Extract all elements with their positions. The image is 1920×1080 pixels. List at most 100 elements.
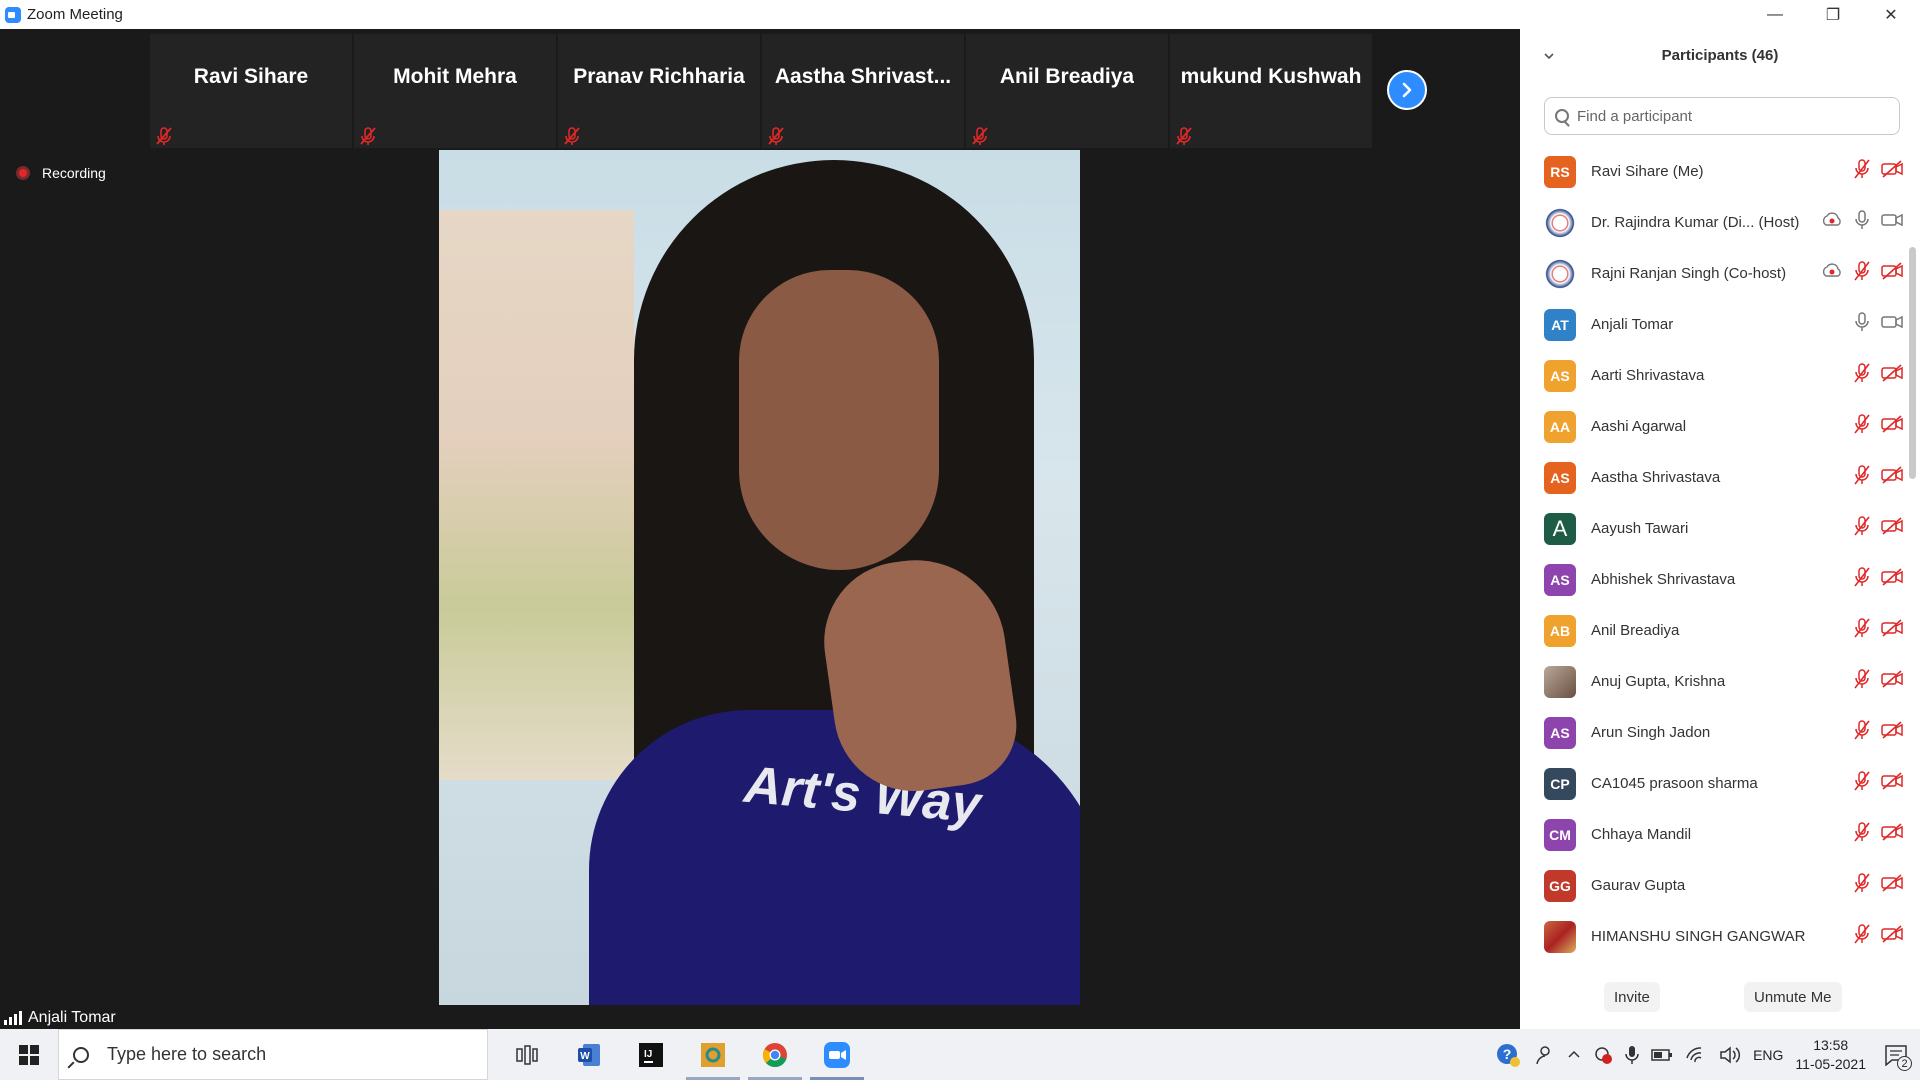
mic-muted-icon bbox=[1850, 718, 1874, 747]
participant-search[interactable] bbox=[1544, 97, 1900, 135]
taskbar-word[interactable]: W bbox=[558, 1029, 620, 1080]
clock-date: 11-05-2021 bbox=[1795, 1055, 1866, 1072]
participant-name: Abhishek Shrivastava bbox=[1591, 571, 1736, 588]
participants-scrollbar[interactable] bbox=[1909, 247, 1916, 479]
participant-name: Anuj Gupta, Krishna bbox=[1591, 673, 1726, 690]
video-off-icon bbox=[1880, 514, 1904, 543]
avatar: AA bbox=[1544, 410, 1576, 443]
mic-muted-icon bbox=[1850, 514, 1874, 543]
task-view-button[interactable] bbox=[496, 1029, 558, 1080]
action-center-button[interactable]: 2 bbox=[1872, 1029, 1920, 1080]
participant-row[interactable]: AA Aashi Agarwal bbox=[1544, 401, 1914, 452]
participant-thumbnail[interactable]: Anil Breadiya bbox=[966, 34, 1168, 148]
mic-muted-icon bbox=[1850, 259, 1874, 288]
participant-row[interactable]: Anuj Gupta, Krishna bbox=[1544, 656, 1914, 707]
taskbar-intellij[interactable]: IJ bbox=[620, 1029, 682, 1080]
mic-muted-icon bbox=[1850, 871, 1874, 900]
participant-row[interactable]: Dr. Rajindra Kumar (Di... (Host) bbox=[1544, 197, 1914, 248]
start-button[interactable] bbox=[0, 1029, 58, 1080]
people-icon bbox=[1536, 1045, 1550, 1064]
participant-status-icons bbox=[1820, 248, 1904, 299]
mic-muted-icon bbox=[156, 127, 172, 145]
active-speaker-name: Anjali Tomar bbox=[28, 1009, 116, 1026]
taskbar-app-orange[interactable] bbox=[682, 1029, 744, 1080]
svg-text:IJ: IJ bbox=[644, 1049, 652, 1060]
participant-thumbnail[interactable]: Aastha Shrivast... bbox=[762, 34, 964, 148]
help-tray-icon[interactable]: ? bbox=[1489, 1029, 1527, 1080]
invite-button[interactable]: Invite bbox=[1604, 982, 1660, 1012]
mic-muted-icon bbox=[1176, 127, 1192, 145]
mic-muted-icon bbox=[1850, 412, 1874, 441]
taskbar-chrome[interactable] bbox=[744, 1029, 806, 1080]
participant-name: Gaurav Gupta bbox=[1591, 877, 1686, 894]
next-page-button[interactable] bbox=[1387, 70, 1427, 110]
participant-name: Aastha Shrivastava bbox=[1591, 469, 1721, 486]
participant-thumbnail[interactable]: Mohit Mehra bbox=[354, 34, 556, 148]
active-speaker-label: Anjali Tomar bbox=[0, 1005, 124, 1031]
participant-row[interactable]: CM Chhaya Mandil bbox=[1544, 809, 1914, 860]
recording-indicator[interactable]: Recording bbox=[16, 165, 106, 181]
close-button[interactable]: ✕ bbox=[1862, 0, 1920, 29]
battery-tray-icon[interactable] bbox=[1645, 1029, 1679, 1080]
video-camera-icon bbox=[1880, 310, 1904, 339]
participant-search-input[interactable] bbox=[1577, 107, 1877, 125]
participant-thumbnail[interactable]: mukund Kushwah bbox=[1170, 34, 1372, 148]
participant-row[interactable]: AB Anil Breadiya bbox=[1544, 605, 1914, 656]
participant-status-icons bbox=[1850, 860, 1904, 911]
taskbar-search[interactable]: Type here to search bbox=[58, 1029, 488, 1080]
participant-thumbnail[interactable]: Pranav Richharia bbox=[558, 34, 760, 148]
participant-row[interactable]: Rajni Ranjan Singh (Co-host) bbox=[1544, 248, 1914, 299]
participant-row[interactable]: AT Anjali Tomar bbox=[1544, 299, 1914, 350]
speaker-icon bbox=[1720, 1045, 1741, 1064]
mic-muted-icon bbox=[1850, 463, 1874, 492]
participant-status-icons bbox=[1850, 350, 1904, 401]
participant-name: Arun Singh Jadon bbox=[1591, 724, 1711, 741]
zoom-app-icon bbox=[5, 6, 21, 23]
video-off-icon bbox=[1880, 259, 1904, 288]
restore-button[interactable]: ❐ bbox=[1804, 0, 1862, 29]
participant-name: HIMANSHU SINGH GANGWAR bbox=[1591, 928, 1806, 945]
participant-row[interactable]: AS Abhishek Shrivastava bbox=[1544, 554, 1914, 605]
chevron-up-icon bbox=[1568, 1050, 1580, 1058]
language-indicator[interactable]: ENG bbox=[1747, 1029, 1789, 1080]
windows-taskbar: Type here to search W IJ ? ENG 13:58 11-… bbox=[0, 1029, 1920, 1080]
participant-row[interactable]: HIMANSHU SINGH GANGWAR bbox=[1544, 911, 1914, 962]
volume-tray-icon[interactable] bbox=[1713, 1029, 1747, 1080]
thumbnail-name: mukund Kushwah bbox=[1180, 65, 1362, 88]
notification-count-badge: 2 bbox=[1897, 1056, 1912, 1071]
thumbnail-name: Aastha Shrivast... bbox=[774, 65, 952, 88]
video-off-icon bbox=[1880, 769, 1904, 798]
participant-row[interactable]: CP CA1045 prasoon sharma bbox=[1544, 758, 1914, 809]
microphone-tray-icon[interactable] bbox=[1619, 1029, 1645, 1080]
mic-muted-icon bbox=[972, 127, 988, 145]
taskbar-clock[interactable]: 13:58 11-05-2021 bbox=[1789, 1029, 1872, 1080]
participant-name: CA1045 prasoon sharma bbox=[1591, 775, 1758, 792]
participant-row[interactable]: AS Arun Singh Jadon bbox=[1544, 707, 1914, 758]
signal-strength-icon bbox=[4, 1011, 22, 1025]
participant-row[interactable]: RS Ravi Sihare (Me) bbox=[1544, 146, 1914, 197]
participant-status-icons bbox=[1850, 656, 1904, 707]
participant-status-icons bbox=[1850, 299, 1904, 350]
video-off-icon bbox=[1880, 871, 1904, 900]
thumbnail-name: Anil Breadiya bbox=[999, 65, 1135, 88]
video-off-icon bbox=[1880, 820, 1904, 849]
participant-status-icons bbox=[1850, 809, 1904, 860]
video-off-icon bbox=[1880, 361, 1904, 390]
participant-row[interactable]: AS Aarti Shrivastava bbox=[1544, 350, 1914, 401]
taskbar-zoom[interactable] bbox=[806, 1029, 868, 1080]
mic-tray-icon[interactable] bbox=[1587, 1029, 1619, 1080]
video-off-icon bbox=[1880, 412, 1904, 441]
wifi-tray-icon[interactable] bbox=[1679, 1029, 1713, 1080]
unmute-me-button[interactable]: Unmute Me bbox=[1744, 982, 1842, 1012]
chrome-icon bbox=[762, 1042, 787, 1067]
participant-row[interactable]: AS Aastha Shrivastava bbox=[1544, 452, 1914, 503]
minimize-button[interactable]: — bbox=[1746, 0, 1804, 29]
show-hidden-icons[interactable] bbox=[1561, 1029, 1587, 1080]
people-tray-icon[interactable] bbox=[1527, 1029, 1561, 1080]
participant-thumbnail[interactable]: Ravi Sihare bbox=[150, 34, 352, 148]
participant-row[interactable]: A Aayush Tawari bbox=[1544, 503, 1914, 554]
participant-name: Dr. Rajindra Kumar (Di... (Host) bbox=[1591, 214, 1800, 231]
participant-name: Aarti Shrivastava bbox=[1591, 367, 1705, 384]
webcam-blocked-icon bbox=[1595, 1046, 1613, 1064]
participant-row[interactable]: GG Gaurav Gupta bbox=[1544, 860, 1914, 911]
